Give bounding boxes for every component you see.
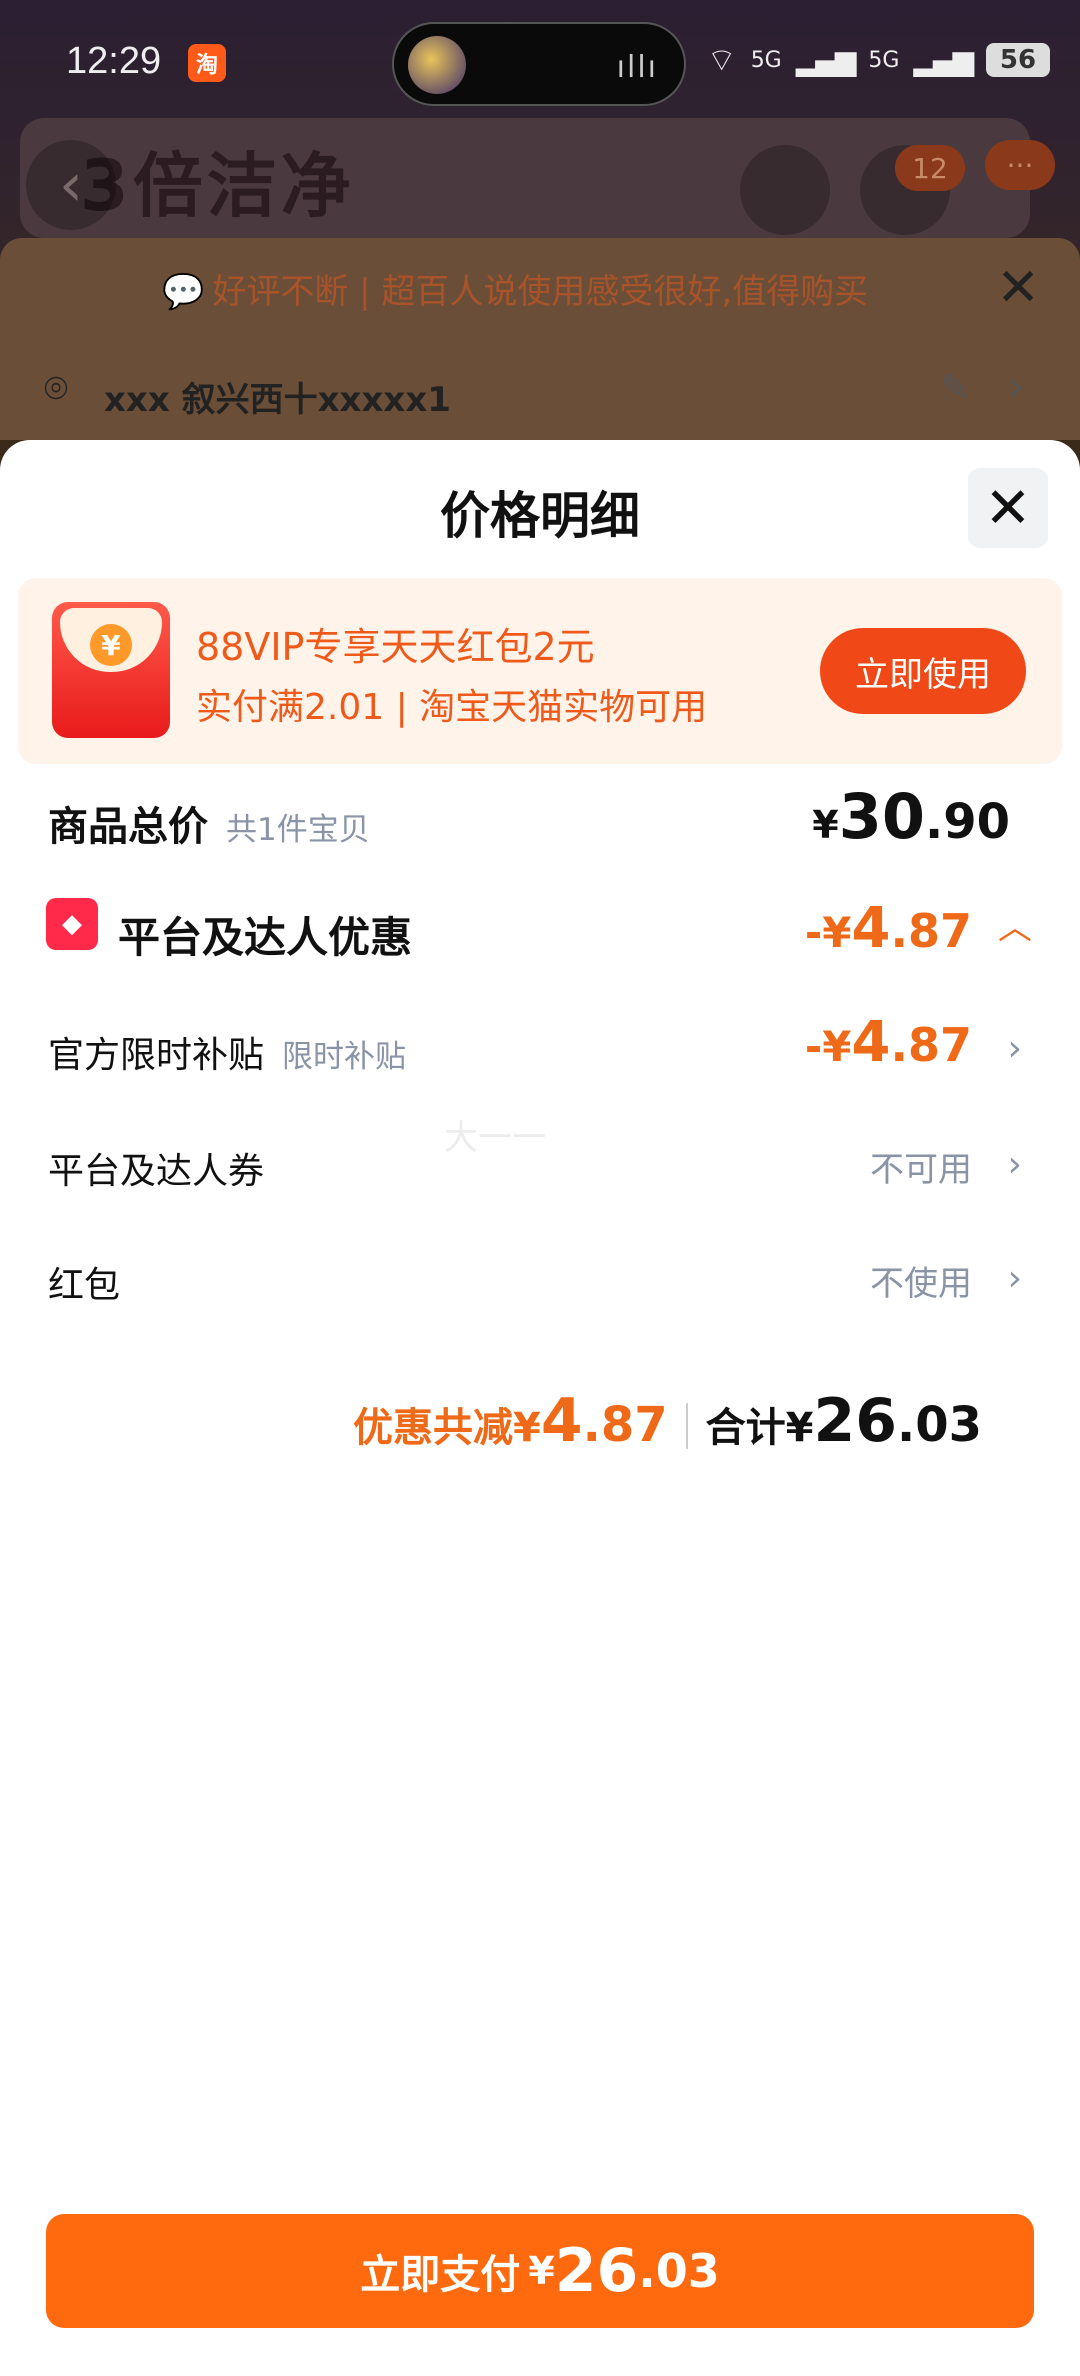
coupon-row[interactable]: 平台及达人券 不可用 › — [48, 1142, 1032, 1202]
official-subsidy-row[interactable]: 官方限时补贴 限时补贴 -¥4.87 › — [48, 1010, 1032, 1086]
edit-pencil-icon[interactable]: ✎ — [940, 368, 970, 409]
share-button[interactable] — [740, 145, 830, 235]
signal-5g-label-2: 5G — [868, 47, 900, 73]
goods-total-price: ¥30.90 — [812, 780, 1010, 853]
sheet-close-button[interactable]: ✕ — [968, 468, 1048, 548]
sheet-title: 价格明细 — [440, 487, 640, 545]
price-detail-sheet: 价格明细 ✕ ¥ 88VIP专享天天红包2元 实付满2.01 | 淘宝天猫实物可… — [0, 440, 1080, 2376]
chevron-left-icon: ‹ — [59, 150, 83, 220]
back-button[interactable]: ‹ — [26, 140, 116, 230]
platform-discount-label: 平台及达人优惠 — [118, 913, 413, 962]
tag-icon: ◆ — [46, 898, 98, 950]
red-envelope-icon: ¥ — [52, 602, 170, 738]
chevron-right-icon: › — [1007, 1258, 1022, 1299]
use-now-button[interactable]: 立即使用 — [820, 628, 1026, 714]
chevron-up-icon: ︿ — [998, 908, 1032, 948]
review-notice-bar: 💬 好评不断 | 超百人说使用感受很好,值得购买 ✕ — [0, 238, 1080, 338]
status-icons: ⌔ 5G ▂▄▆ 5G ▂▄▆ 56 — [707, 40, 1050, 80]
platform-discount-amount: -¥4.87 — [804, 896, 972, 961]
banner-text: 3倍洁净 — [80, 145, 355, 227]
official-subsidy-amount: -¥4.87 — [804, 1010, 972, 1075]
grand-total: 合计¥26.03 — [705, 1386, 982, 1456]
clock: 12:29 — [66, 40, 162, 82]
more-button[interactable]: ··· — [985, 140, 1055, 190]
goods-total-row: 商品总价 共1件宝贝 ¥30.90 — [48, 780, 1032, 854]
coupon-status: 不可用 — [870, 1150, 972, 1190]
coupon-label: 平台及达人券 — [48, 1151, 265, 1192]
wifi-icon: ⌔ — [706, 41, 737, 79]
close-icon: ✕ — [984, 475, 1032, 541]
red-packet-label: 红包 — [48, 1265, 121, 1306]
battery-indicator: 56 — [986, 43, 1050, 77]
review-notice-text: 💬 好评不断 | 超百人说使用感受很好,值得购买 — [162, 272, 869, 312]
vip-red-packet-promo: ¥ 88VIP专享天天红包2元 实付满2.01 | 淘宝天猫实物可用 立即使用 — [18, 578, 1062, 764]
notice-close-icon[interactable]: ✕ — [996, 258, 1040, 318]
red-packet-status: 不使用 — [870, 1264, 972, 1304]
chat-bubble-icon: 💬 — [162, 272, 205, 312]
media-avatar — [408, 36, 466, 94]
item-count: 共1件宝贝 — [226, 812, 370, 848]
chevron-right-icon: › — [1007, 1028, 1022, 1069]
promo-title: 88VIP专享天天红包2元 — [196, 625, 595, 669]
goods-total-label: 商品总价 共1件宝贝 — [48, 804, 370, 850]
promo-condition: 实付满2.01 | 淘宝天猫实物可用 — [196, 687, 708, 728]
cart-count-badge: 12 — [895, 145, 965, 191]
chevron-right-icon: › — [1007, 1144, 1022, 1185]
signal-5g-label-1: 5G — [750, 47, 782, 73]
official-subsidy-label: 官方限时补贴 限时补贴 — [48, 1035, 407, 1076]
official-subsidy-sub: 限时补贴 — [282, 1039, 407, 1075]
platform-discount-row[interactable]: ◆ 平台及达人优惠 -¥4.87 ︿ — [46, 896, 1032, 964]
audio-wave-icon: ıllı — [616, 50, 658, 85]
red-packet-row[interactable]: 红包 不使用 › — [48, 1256, 1032, 1316]
chevron-right-icon: › — [1008, 364, 1024, 410]
price-summary: 优惠共减¥4.87 合计¥26.03 — [353, 1386, 982, 1466]
taobao-app-icon: 淘 — [188, 44, 226, 82]
summary-divider — [685, 1403, 688, 1449]
location-pin-icon: ⌾ — [44, 366, 68, 412]
status-bar: 12:29 淘 ıllı ⌔ 5G ▂▄▆ 5G ▂▄▆ 56 — [0, 0, 1080, 130]
signal-bars-icon-2: ▂▄▆ — [913, 43, 974, 77]
signal-bars-icon: ▂▄▆ — [795, 43, 857, 77]
pay-now-button[interactable]: 立即支付 ¥26.03 — [46, 2214, 1034, 2328]
dynamic-island: ıllı — [392, 22, 686, 106]
discount-total: 优惠共减¥4.87 — [353, 1386, 668, 1456]
address-text: xxx 叙兴西十xxxxx1 — [104, 380, 451, 420]
address-bar[interactable]: ⌾ xxx 叙兴西十xxxxx1 ✎ › — [0, 338, 1080, 440]
